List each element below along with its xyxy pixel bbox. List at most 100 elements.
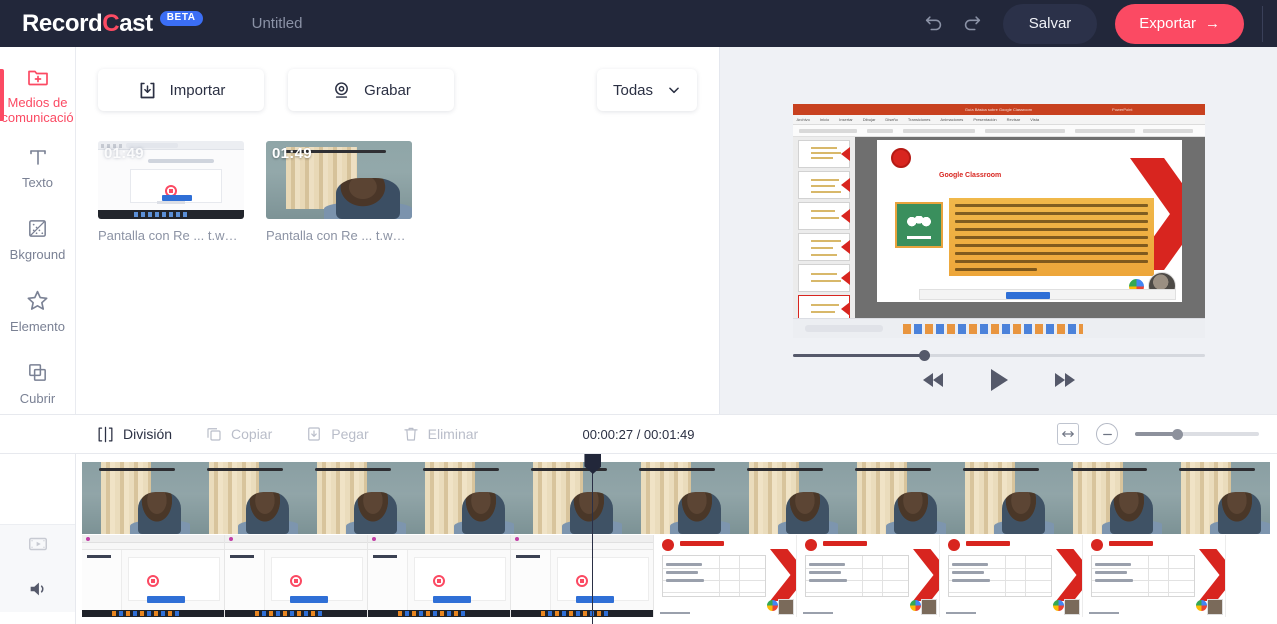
copy-button[interactable]: Copiar xyxy=(205,425,272,443)
paste-button[interactable]: Pegar xyxy=(305,425,369,443)
download-box-icon xyxy=(137,80,158,101)
sidebar-item-label: Cubrir xyxy=(19,390,56,406)
media-panel: Importar Grabar Todas 01:49 Pantalla con… xyxy=(76,47,720,414)
timeline-toolbar: División Copiar Pegar Eliminar 00:00:27 … xyxy=(0,414,1277,454)
track-frame xyxy=(1162,462,1270,534)
zoom-slider[interactable] xyxy=(1135,428,1259,440)
media-grid: 01:49 Pantalla con Re ... t.webm 01:49 P… xyxy=(98,141,697,243)
share-bar xyxy=(919,289,1176,300)
redo-icon[interactable] xyxy=(953,5,991,43)
media-thumbnail[interactable]: 01:49 xyxy=(266,141,412,219)
split-button[interactable]: División xyxy=(96,425,172,444)
track-frame xyxy=(190,462,298,534)
app-header: RecordCast BETA Untitled Salvar Exportar… xyxy=(0,0,1277,47)
sidebar-item-text[interactable]: Texto xyxy=(0,131,75,203)
app-logo[interactable]: RecordCast BETA xyxy=(22,10,203,38)
media-toolbar: Importar Grabar Todas xyxy=(98,69,697,111)
video-track-icon[interactable] xyxy=(27,533,49,560)
camera-track[interactable] xyxy=(82,462,1277,534)
preview-stage[interactable]: Guía Básica sobre Google Classroom PowerP… xyxy=(792,104,1205,338)
duration-badge: 01:49 xyxy=(104,145,144,162)
sidebar-item-label: Texto xyxy=(21,174,54,190)
timeline-tracks[interactable] xyxy=(76,454,1277,624)
trash-icon xyxy=(402,425,420,443)
media-filter-value: Todas xyxy=(612,81,654,99)
track-frame xyxy=(511,535,654,617)
institution-seal xyxy=(891,148,911,168)
undo-icon[interactable] xyxy=(915,5,953,43)
document-title[interactable]: Untitled xyxy=(252,15,303,32)
sidebar-item-media[interactable]: Medios de comunicació xyxy=(0,59,75,131)
export-button[interactable]: Exportar → xyxy=(1115,3,1244,44)
copy-icon xyxy=(205,425,223,443)
stop-sharing-button xyxy=(1006,292,1050,299)
sidebar-item-label: Bkground xyxy=(9,246,66,262)
slide-app-name: PowerPoint xyxy=(1112,107,1133,112)
media-item-camera[interactable]: 01:49 Pantalla con Re ... t.webm xyxy=(266,141,412,243)
track-frame xyxy=(797,535,940,617)
screen-track[interactable] xyxy=(82,535,1277,617)
track-frame xyxy=(730,462,838,534)
track-frame xyxy=(1083,535,1226,617)
speaker-icon[interactable] xyxy=(27,578,49,605)
fast-forward-icon[interactable] xyxy=(1052,371,1076,389)
slide-body-box xyxy=(949,198,1154,276)
fit-to-width-icon[interactable] xyxy=(1057,423,1079,445)
slide-window-title: Guía Básica sobre Google Classroom xyxy=(964,107,1033,112)
time-display: 00:00:27 / 00:01:49 xyxy=(582,426,695,442)
header-divider xyxy=(1262,5,1263,42)
webcam-icon xyxy=(331,80,352,101)
zoom-minus-icon[interactable] xyxy=(1096,423,1118,445)
rewind-icon[interactable] xyxy=(922,371,946,389)
track-frame xyxy=(1054,462,1162,534)
logo-wordmark: RecordCast xyxy=(22,10,153,38)
timeline: División Copiar Pegar Eliminar 00:00:27 … xyxy=(0,414,1277,624)
save-button[interactable]: Salvar xyxy=(1002,3,1098,44)
track-frame xyxy=(838,462,946,534)
folder-plus-icon xyxy=(26,64,50,90)
track-frame xyxy=(406,462,514,534)
preview-scrubber[interactable] xyxy=(792,350,1205,361)
media-filter-dropdown[interactable]: Todas xyxy=(597,69,697,111)
logo-text-post: ast xyxy=(119,9,153,37)
preview-progress-row xyxy=(792,350,1205,361)
import-button[interactable]: Importar xyxy=(98,69,264,111)
track-frame xyxy=(82,535,225,617)
track-frame xyxy=(82,462,190,534)
export-button-label: Exportar xyxy=(1139,15,1196,32)
media-thumbnail[interactable]: 01:49 xyxy=(98,141,244,219)
sidebar-item-overlay[interactable]: Cubrir xyxy=(0,347,75,414)
app-body: Medios de comunicació Texto Bkground Ele… xyxy=(0,47,1277,414)
play-icon[interactable] xyxy=(988,368,1010,392)
track-frame xyxy=(654,535,797,617)
media-item-screen[interactable]: 01:49 Pantalla con Re ... t.webm xyxy=(98,141,244,243)
timeline-gutter-spacer xyxy=(0,454,75,524)
import-button-label: Importar xyxy=(169,81,226,99)
track-frame xyxy=(368,535,511,617)
sidebar-item-background[interactable]: Bkground xyxy=(0,203,75,275)
split-button-label: División xyxy=(123,426,173,442)
preview-progress-fill xyxy=(792,354,925,357)
chevron-down-icon xyxy=(667,83,681,97)
record-button[interactable]: Grabar xyxy=(288,69,454,111)
media-item-name: Pantalla con Re ... t.webm xyxy=(98,228,244,243)
sidebar-item-element[interactable]: Elemento xyxy=(0,275,75,347)
overlay-layers-icon xyxy=(26,360,49,386)
star-icon xyxy=(25,288,50,314)
slide-preview: Guía Básica sobre Google Classroom PowerP… xyxy=(792,104,1205,338)
record-button-label: Grabar xyxy=(364,81,411,99)
logo-text-accent: C xyxy=(102,9,120,37)
delete-button-label: Eliminar xyxy=(427,426,479,442)
zoom-slider-handle[interactable] xyxy=(1171,428,1183,440)
classroom-icon xyxy=(895,202,943,248)
track-frame xyxy=(225,535,368,617)
sidebar-item-label: Medios de comunicació xyxy=(1,95,74,125)
sidebar-item-label: Elemento xyxy=(10,318,65,334)
track-frame xyxy=(622,462,730,534)
timeline-track-headers xyxy=(0,454,76,624)
preview-progress-handle[interactable] xyxy=(918,350,930,361)
slide-heading: Google Classroom xyxy=(939,172,1002,179)
copy-button-label: Copiar xyxy=(231,426,273,442)
delete-button[interactable]: Eliminar xyxy=(402,425,479,443)
text-t-icon xyxy=(26,144,50,170)
